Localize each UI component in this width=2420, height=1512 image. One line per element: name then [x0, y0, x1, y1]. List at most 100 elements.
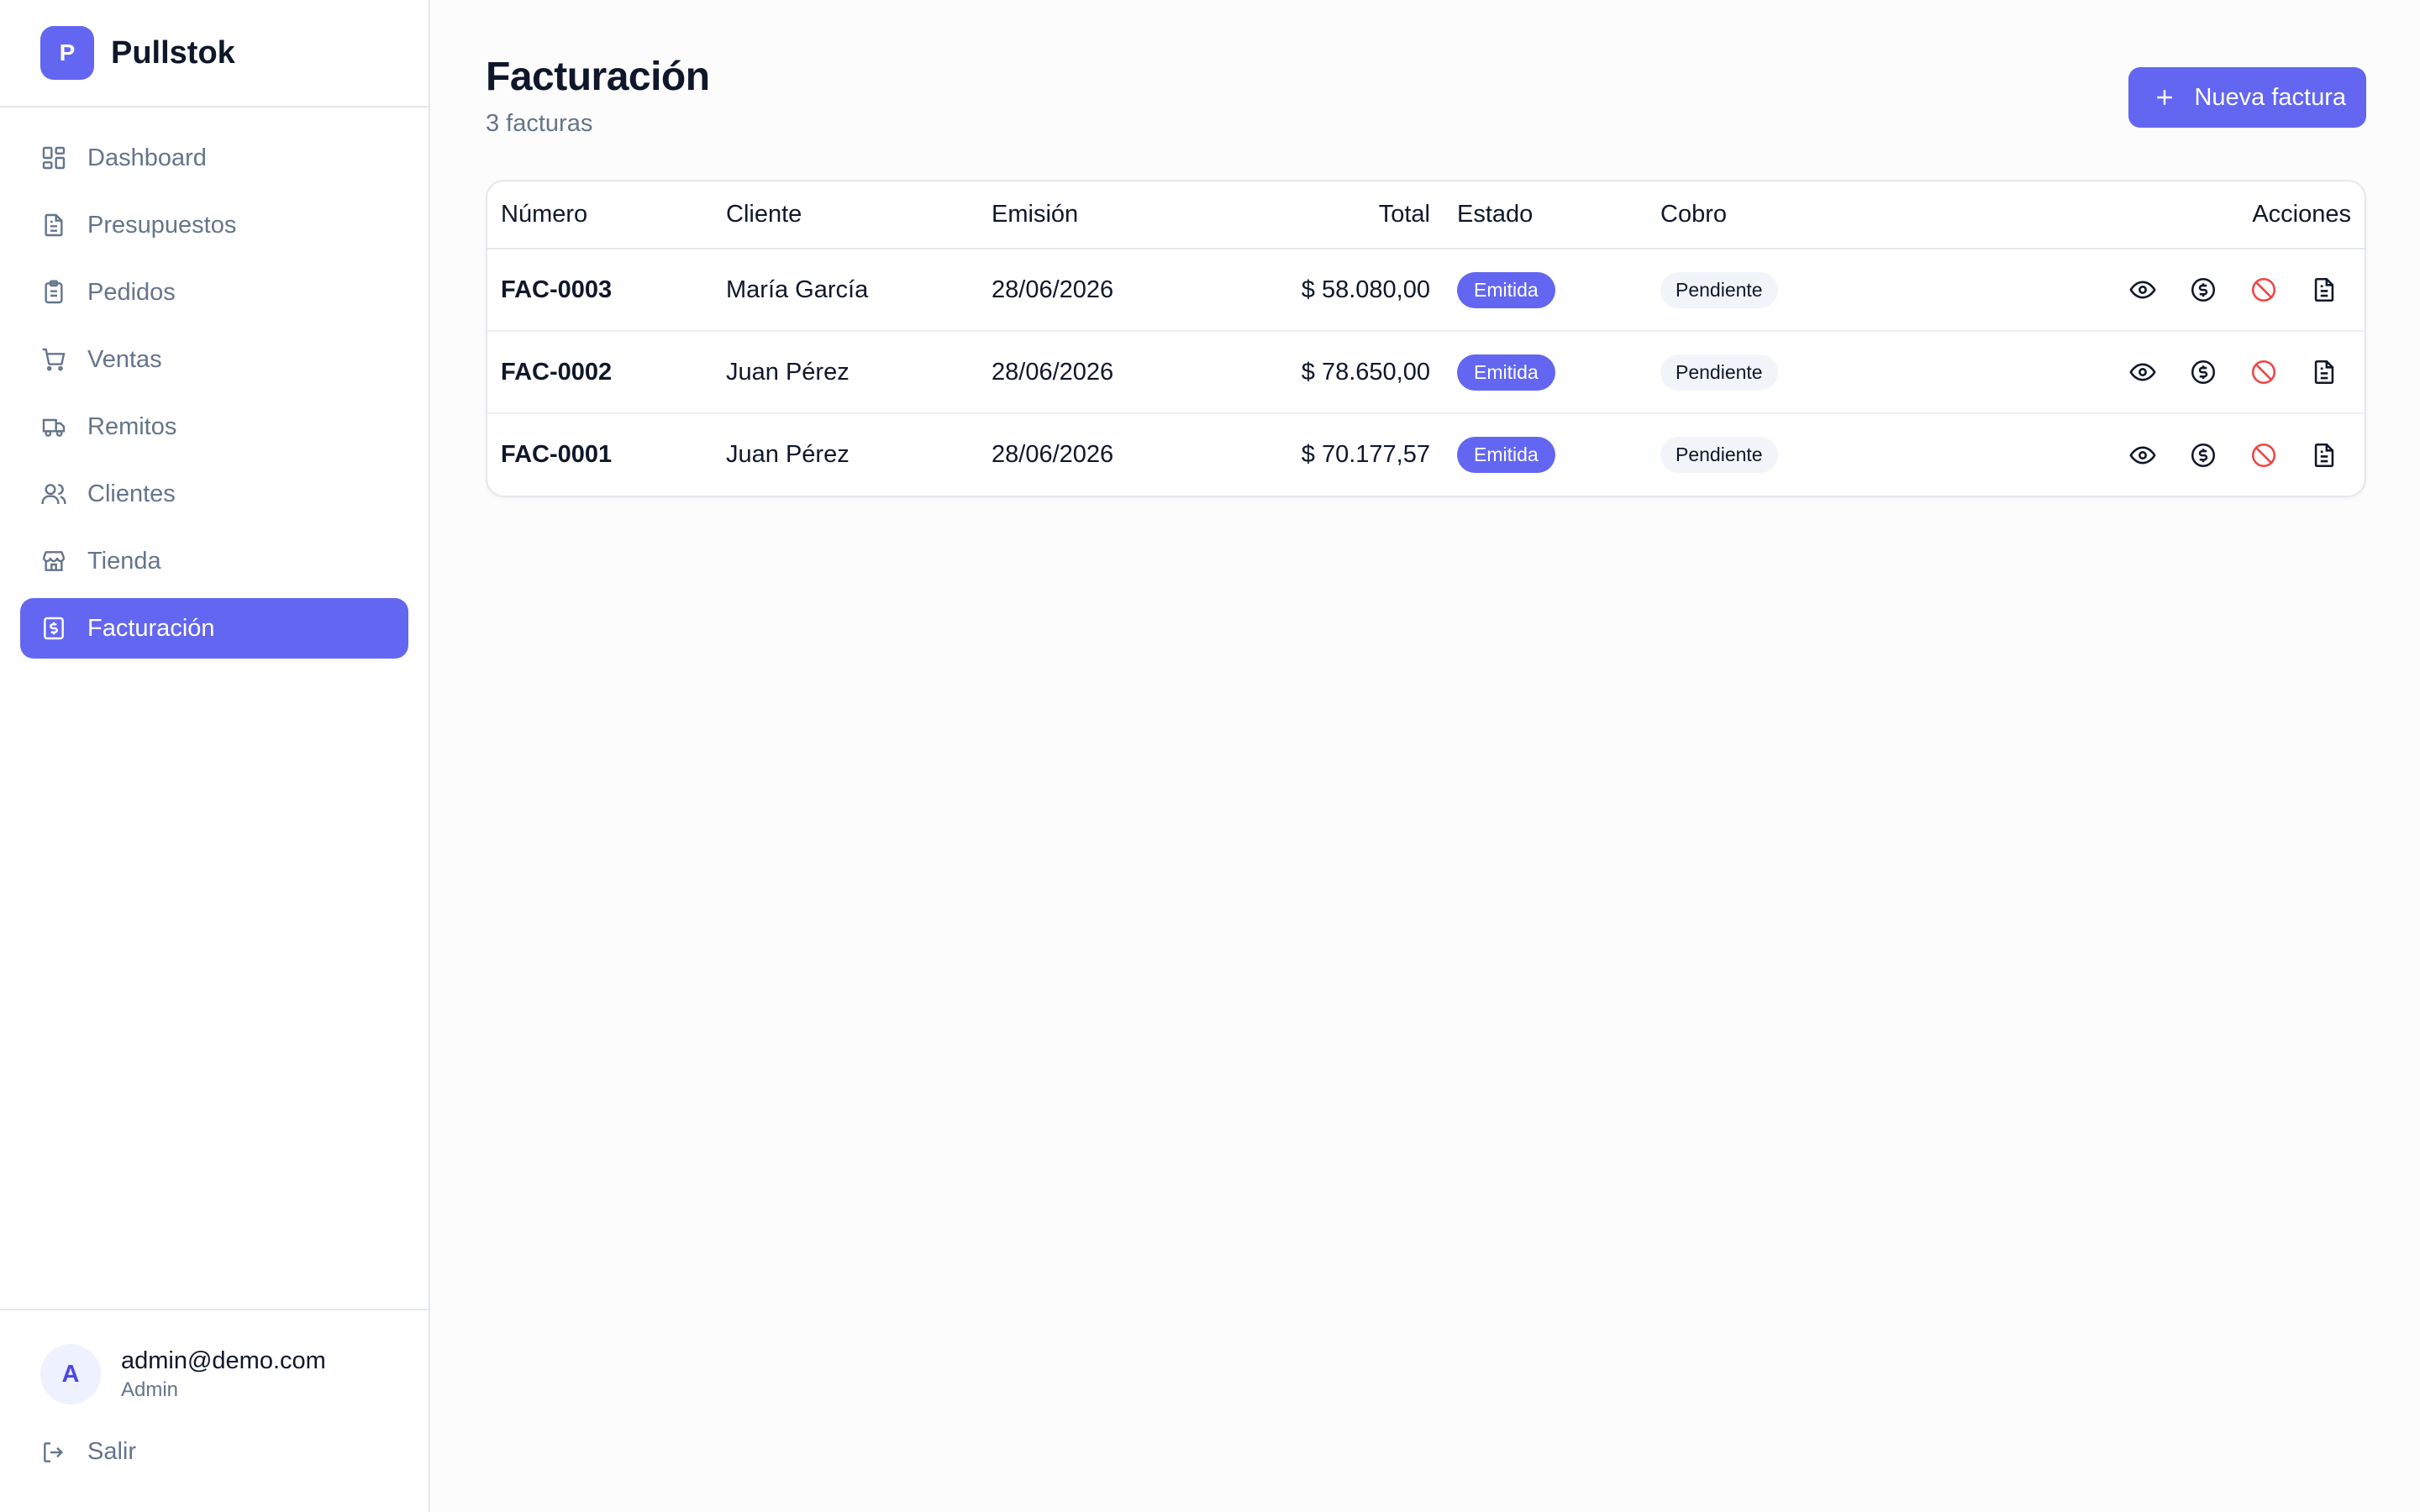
- header-numero[interactable]: Número: [487, 181, 713, 249]
- document-icon: [45, 213, 63, 237]
- invoice-total: $ 78.650,00: [1197, 331, 1444, 414]
- sidebar-item-dashboard[interactable]: Dashboard: [20, 128, 408, 188]
- invoice-status-cell: Emitida: [1444, 249, 1647, 332]
- header-estado[interactable]: Estado: [1444, 181, 1647, 249]
- sidebar-nav: Dashboard Presupuestos Pedidos Ventas Re…: [0, 108, 429, 1309]
- truck-icon: [42, 418, 66, 437]
- invoice-date: 28/06/2026: [992, 441, 1114, 468]
- avatar: A: [40, 1344, 101, 1404]
- ban-icon: [2251, 443, 2276, 467]
- users-icon: [41, 484, 66, 504]
- actions-cell: [1899, 249, 2365, 332]
- user-email: admin@demo.com: [121, 1347, 326, 1374]
- invoices-table: Número Cliente Emisión Total Estado Cobr…: [487, 181, 2365, 496]
- dollar-circle-icon: [2191, 277, 2216, 302]
- view-button[interactable]: [2128, 357, 2158, 387]
- register-payment-button[interactable]: [2188, 275, 2218, 305]
- payment-badge: Pendiente: [1660, 354, 1778, 391]
- sidebar-item-tienda[interactable]: Tienda: [20, 531, 408, 591]
- brand[interactable]: P Pullstok: [0, 0, 429, 108]
- cancel-invoice-button[interactable]: [2249, 275, 2279, 305]
- invoice-payment-cell: Pendiente: [1647, 413, 1899, 496]
- header-emision[interactable]: Emisión: [978, 181, 1197, 249]
- sidebar-item-ventas[interactable]: Ventas: [20, 329, 408, 390]
- logout-label: Salir: [87, 1438, 137, 1465]
- sidebar-item-label: Clientes: [87, 480, 176, 507]
- sidebar: P Pullstok Dashboard Presupuestos Pedido…: [0, 0, 430, 1512]
- new-invoice-label: Nueva factura: [2194, 83, 2346, 111]
- status-badge: Emitida: [1457, 354, 1555, 391]
- sidebar-item-label: Tienda: [87, 547, 161, 575]
- invoice-client: Juan Pérez: [726, 441, 850, 468]
- row-actions: [1912, 440, 2351, 470]
- table-row[interactable]: FAC-0003 María García 28/06/2026 $ 58.08…: [487, 249, 2365, 332]
- sidebar-item-label: Remitos: [87, 412, 177, 440]
- eye-icon: [2129, 446, 2156, 464]
- invoice-payment-cell: Pendiente: [1647, 331, 1899, 414]
- file-text-icon: [2314, 277, 2334, 302]
- page-title: Facturación: [486, 55, 710, 99]
- invoice-client: Juan Pérez: [713, 331, 978, 414]
- brand-name: Pullstok: [111, 34, 235, 71]
- header-cliente[interactable]: Cliente: [713, 181, 978, 249]
- table-row[interactable]: FAC-0001 Juan Pérez 28/06/2026 $ 70.177,…: [487, 413, 2365, 496]
- invoice-date: 28/06/2026: [978, 249, 1197, 332]
- cancel-invoice-button[interactable]: [2249, 440, 2279, 470]
- pdf-button[interactable]: [2309, 275, 2339, 305]
- dashboard-icon: [42, 146, 66, 170]
- invoice-number: FAC-0003: [487, 249, 713, 332]
- clipboard-icon: [45, 280, 63, 304]
- logout-button[interactable]: Salir: [0, 1438, 429, 1466]
- invoice-number: FAC-0002: [487, 331, 713, 414]
- main-content: Facturación 3 facturas Nueva factura Núm…: [430, 0, 2420, 1512]
- header-total[interactable]: Total: [1197, 181, 1444, 249]
- register-payment-button[interactable]: [2188, 357, 2218, 387]
- sidebar-item-presupuestos[interactable]: Presupuestos: [20, 195, 408, 255]
- table-body: FAC-0003 María García 28/06/2026 $ 58.08…: [487, 249, 2365, 496]
- pdf-button[interactable]: [2309, 357, 2339, 387]
- table-header-row: Número Cliente Emisión Total Estado Cobr…: [487, 181, 2365, 249]
- invoice-payment-cell: Pendiente: [1647, 249, 1899, 332]
- sidebar-item-label: Dashboard: [87, 144, 207, 171]
- sidebar-item-clientes[interactable]: Clientes: [20, 464, 408, 524]
- payment-badge: Pendiente: [1660, 271, 1778, 308]
- table-row[interactable]: FAC-0002 Juan Pérez 28/06/2026 $ 78.650,…: [487, 331, 2365, 414]
- sidebar-item-remitos[interactable]: Remitos: [20, 396, 408, 457]
- logout-icon: [44, 1441, 64, 1462]
- sidebar-item-pedidos[interactable]: Pedidos: [20, 262, 408, 323]
- new-invoice-button[interactable]: Nueva factura: [2128, 67, 2366, 128]
- cancel-invoice-button[interactable]: [2249, 357, 2279, 387]
- invoice-count: 3 facturas: [486, 110, 593, 137]
- page-heading: Facturación 3 facturas: [486, 54, 710, 138]
- sidebar-footer: A admin@demo.com Admin Salir: [0, 1309, 429, 1512]
- sidebar-item-label: Facturación: [87, 614, 215, 642]
- status-badge: Emitida: [1457, 437, 1555, 473]
- header-acciones: Acciones: [1899, 181, 2365, 249]
- user-profile[interactable]: A admin@demo.com Admin: [0, 1344, 429, 1404]
- dollar-circle-icon: [2191, 443, 2216, 467]
- sidebar-item-facturacion[interactable]: Facturación: [20, 598, 408, 659]
- invoices-table-card: Número Cliente Emisión Total Estado Cobr…: [486, 180, 2366, 497]
- dollar-circle-icon: [2191, 360, 2216, 385]
- header-cobro[interactable]: Cobro: [1647, 181, 1899, 249]
- register-payment-button[interactable]: [2188, 440, 2218, 470]
- file-text-icon: [2314, 443, 2334, 467]
- store-icon: [42, 551, 66, 571]
- ban-icon: [2251, 277, 2276, 302]
- view-button[interactable]: [2128, 275, 2158, 305]
- file-text-icon: [2314, 360, 2334, 385]
- sidebar-item-label: Presupuestos: [87, 211, 237, 239]
- page-header: Facturación 3 facturas Nueva factura: [486, 54, 2366, 138]
- invoice-date: 28/06/2026: [978, 331, 1197, 414]
- table-head: Número Cliente Emisión Total Estado Cobr…: [487, 181, 2365, 249]
- invoice-number: FAC-0001: [501, 441, 613, 468]
- payment-badge: Pendiente: [1660, 437, 1778, 473]
- eye-icon: [2129, 363, 2156, 381]
- sidebar-item-label: Ventas: [87, 345, 162, 373]
- user-info: admin@demo.com Admin: [121, 1347, 326, 1402]
- row-actions: [1912, 275, 2351, 305]
- pdf-button[interactable]: [2309, 440, 2339, 470]
- ban-icon: [2251, 360, 2276, 385]
- view-button[interactable]: [2128, 440, 2158, 470]
- receipt-dollar-icon: [44, 617, 64, 640]
